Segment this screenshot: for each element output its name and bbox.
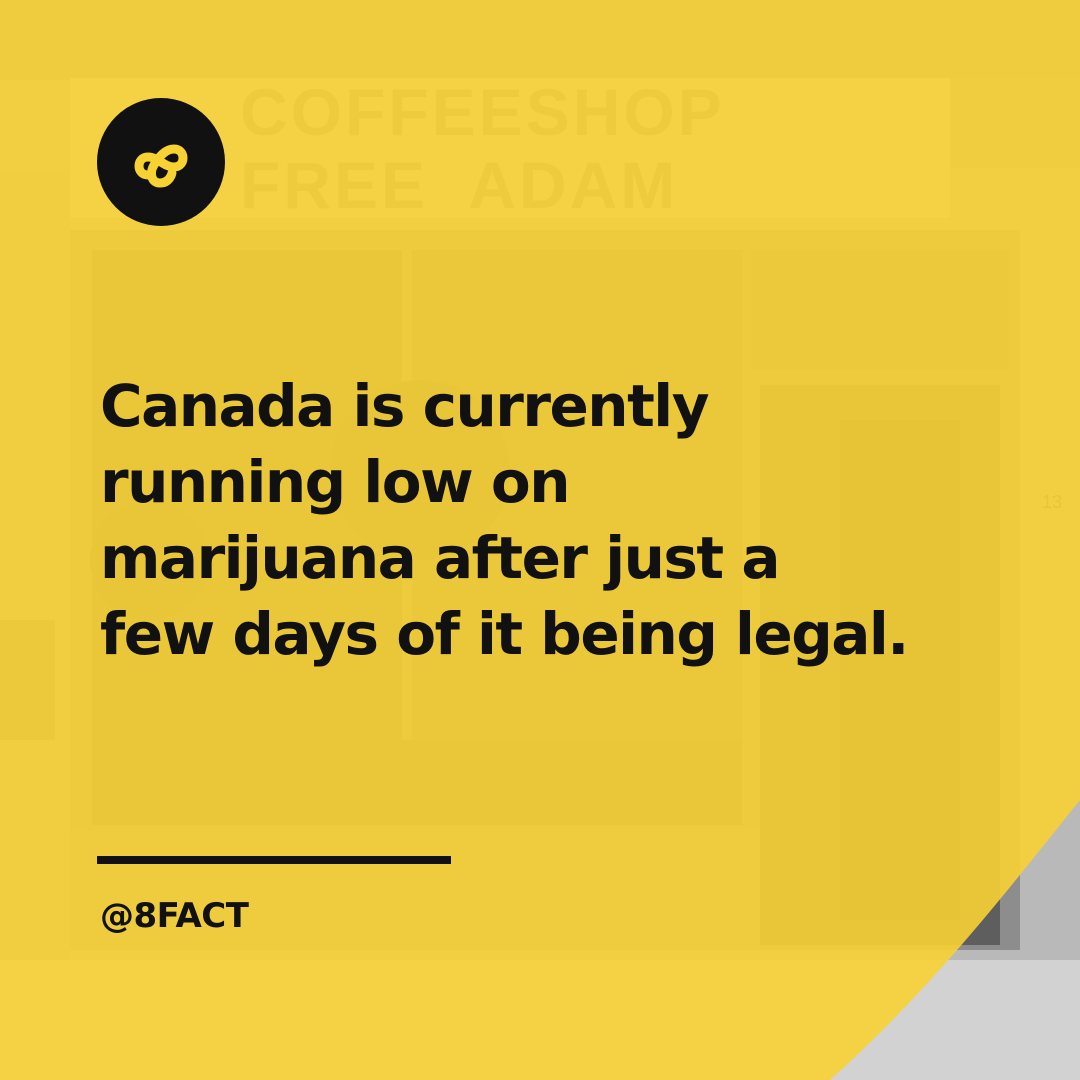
divider [97,856,451,864]
headline-line: few days of it being legal. [100,600,909,668]
headline-line: Canada is currently [100,372,710,440]
headline: Canada is currently running low on marij… [100,368,1000,672]
brand-logo [97,98,225,226]
post-card: COFFEESHOP FREE ADAM 13 Canada is curren… [0,0,1080,1080]
sign-line-1: COFFEESHOP [240,75,725,149]
door-number: 13 [1042,492,1062,512]
headline-line: running low on [100,448,571,516]
sign-line-2: FREE ADAM [240,148,678,222]
account-handle: @8FACT [100,896,249,936]
headline-line: marijuana after just a [100,524,780,592]
infinity-8-icon [134,144,188,188]
